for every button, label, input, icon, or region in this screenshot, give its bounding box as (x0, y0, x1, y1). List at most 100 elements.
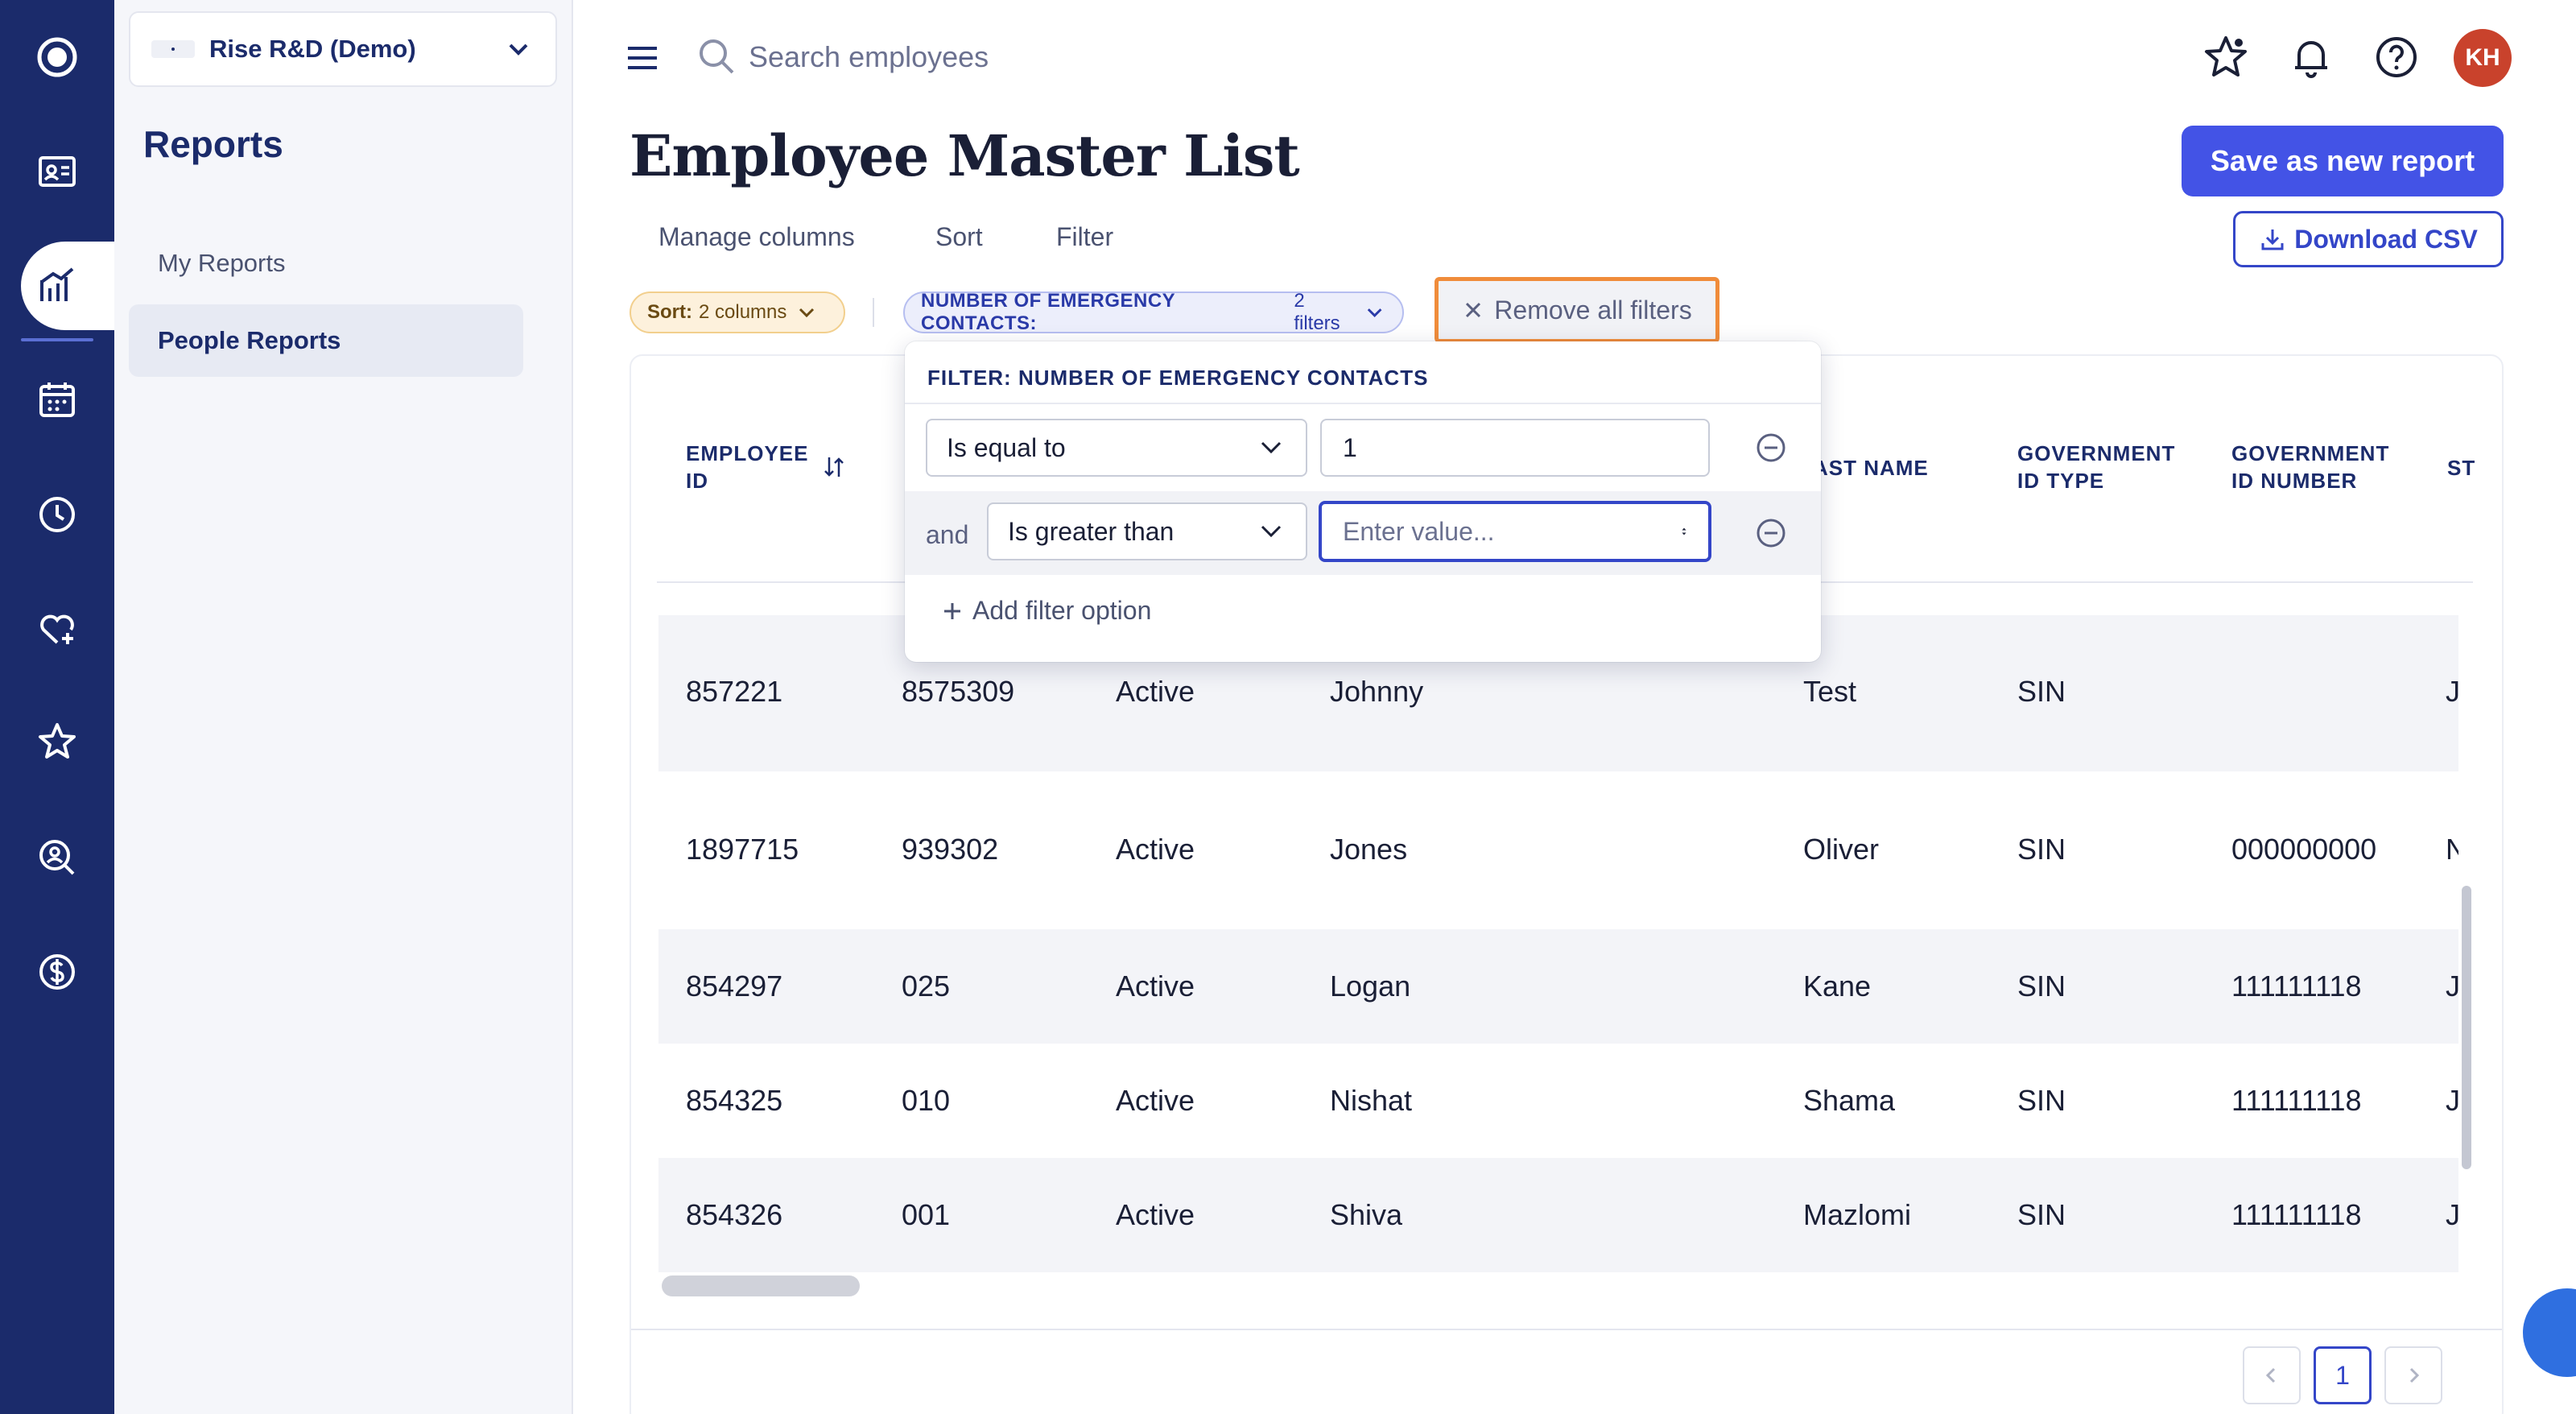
cell-gov-id-number: 111111118 (2231, 1198, 2362, 1231)
cell-last-name: Shama (1803, 1084, 1896, 1117)
filter-popover-title: FILTER: NUMBER OF EMERGENCY CONTACTS (927, 366, 1429, 390)
cell-employee-number: 939302 (902, 833, 999, 866)
notifications-bell-icon[interactable] (2286, 32, 2336, 82)
cell-gov-id-number: 111111118 (2231, 1084, 2362, 1117)
sidebar-item-my-reports[interactable]: My Reports (129, 227, 523, 300)
heart-plus-icon[interactable] (32, 604, 82, 654)
save-as-new-report-button[interactable]: Save as new report (2182, 126, 2504, 196)
column-header-government-id-type[interactable]: GOVERNMENT ID TYPE (2017, 440, 2175, 494)
filter-value-input-2[interactable] (1319, 501, 1711, 562)
cell-gov-id-type: SIN (2017, 1198, 2066, 1231)
chevron-down-icon (799, 308, 815, 318)
vertical-scrollbar[interactable] (2462, 886, 2471, 1169)
sidebar-item-people-reports[interactable]: People Reports (129, 304, 523, 377)
manage-columns-button[interactable]: Manage columns (658, 222, 855, 252)
cell-gov-id-type: SIN (2017, 1084, 2066, 1117)
sort-arrows-icon[interactable] (821, 454, 847, 480)
remove-all-filters-label: Remove all filters (1494, 295, 1692, 325)
filter-operator-select-1[interactable]: Is equal to (926, 419, 1307, 477)
cell-last-name: Mazlomi (1803, 1198, 1912, 1231)
column-header-start[interactable]: ST (2447, 454, 2475, 482)
sort-button[interactable]: Sort (935, 222, 983, 252)
cell-employee-number: 010 (902, 1084, 951, 1117)
header-text: ID (686, 469, 708, 493)
hamburger-menu-icon[interactable] (621, 37, 663, 79)
cell-employee-id: 854297 (686, 970, 783, 1003)
header-text: ID NUMBER (2231, 469, 2358, 493)
cell-status: Active (1116, 1084, 1195, 1117)
cell-last-name: Kane (1803, 970, 1872, 1003)
sort-chip[interactable]: Sort: 2 columns (630, 291, 845, 333)
cell-first-name: Logan (1330, 970, 1411, 1003)
add-filter-option-label: Add filter option (972, 596, 1152, 625)
cell-employee-number: 8575309 (902, 675, 1015, 708)
sort-chip-label: Sort: (647, 301, 692, 323)
cell-first-name: Nishat (1330, 1084, 1413, 1117)
cell-gov-id-number: 000000000 (2231, 833, 2377, 866)
payroll-dollar-icon[interactable] (32, 947, 82, 997)
table-row[interactable]: 1897715 939302 Active Jones Oliver SIN 0… (658, 771, 2467, 929)
calendar-icon[interactable] (32, 375, 82, 425)
reports-chart-icon[interactable] (32, 261, 82, 311)
header-text: ID TYPE (2017, 469, 2105, 493)
chevron-right-icon (2409, 1367, 2420, 1383)
filter-popover: FILTER: NUMBER OF EMERGENCY CONTACTS Is … (905, 341, 1821, 662)
cell-employee-id: 854325 (686, 1084, 783, 1117)
filter-value-field[interactable] (1343, 516, 1681, 547)
employee-card-icon[interactable] (32, 147, 82, 196)
clock-icon[interactable] (32, 490, 82, 540)
filter-chip-label: NUMBER OF EMERGENCY CONTACTS: (921, 290, 1175, 334)
cell-gov-id-type: SIN (2017, 675, 2066, 708)
cell-status: Active (1116, 1198, 1195, 1231)
header-text: GOVERNMENT (2231, 441, 2390, 465)
remove-filter-option-icon[interactable] (1755, 517, 1787, 549)
add-filter-option-button[interactable]: Add filter option (940, 596, 1151, 626)
close-icon (1466, 302, 1481, 318)
cell-employee-number: 025 (902, 970, 951, 1003)
cell-employee-id: 1897715 (686, 833, 799, 866)
search-icon (700, 39, 734, 74)
search-input[interactable] (749, 31, 1312, 84)
app-logo-icon[interactable] (32, 32, 82, 82)
favorites-star-icon[interactable] (2201, 32, 2251, 82)
filter-operator-select-2[interactable]: Is greater than (987, 502, 1307, 560)
pagination-prev-button[interactable] (2243, 1346, 2301, 1404)
pagination-next-button[interactable] (2384, 1346, 2442, 1404)
filter-button[interactable]: Filter (1056, 222, 1113, 252)
column-header-last-name[interactable]: AST NAME (1813, 454, 1929, 482)
rail-active-underline (21, 338, 93, 341)
chat-support-button[interactable] (2523, 1288, 2576, 1377)
filter-value-input-1[interactable]: 1 (1320, 419, 1710, 477)
filter-joiner-label: and (926, 520, 969, 549)
plus-icon (944, 602, 960, 619)
horizontal-scrollbar[interactable] (662, 1275, 860, 1296)
table-row[interactable]: 854325 010 Active Nishat Shama SIN 11111… (658, 1044, 2460, 1158)
chevron-down-icon (509, 43, 528, 56)
cell-gov-id-type: SIN (2017, 970, 2066, 1003)
talent-search-icon[interactable] (32, 833, 82, 883)
download-csv-button[interactable]: Download CSV (2233, 211, 2504, 267)
org-flag-icon (151, 40, 195, 58)
sort-chip-value: 2 columns (699, 301, 787, 323)
org-switcher[interactable]: Rise R&D (Demo) (129, 11, 557, 87)
download-csv-label: Download CSV (2294, 224, 2478, 254)
cell-first-name: Johnny (1330, 675, 1424, 708)
number-stepper-icon[interactable] (1681, 515, 1687, 548)
table-row[interactable]: 854326 001 Active Shiva Mazlomi SIN 1111… (658, 1158, 2460, 1272)
table-row[interactable]: 854297 025 Active Logan Kane SIN 1111111… (658, 929, 2460, 1044)
filter-chip-value: 2 filters (1294, 290, 1340, 334)
star-icon[interactable] (32, 717, 82, 767)
remove-all-filters-button[interactable]: Remove all filters (1435, 277, 1719, 343)
user-avatar[interactable]: KH (2454, 29, 2512, 87)
operator-value: Is greater than (1008, 516, 1174, 546)
cell-last-name: Test (1803, 675, 1857, 708)
cell-gov-id-number: 111111118 (2231, 970, 2362, 1003)
app-nav-rail (0, 0, 134, 1414)
pagination-page-button[interactable]: 1 (2314, 1346, 2372, 1404)
filter-chip-emergency-contacts[interactable]: NUMBER OF EMERGENCY CONTACTS: 2 filters (903, 290, 1404, 334)
column-header-employee-id[interactable]: EMPLOYEE ID (686, 440, 808, 494)
chevron-down-icon (1261, 525, 1282, 538)
help-question-icon[interactable] (2372, 32, 2421, 82)
column-header-government-id-number[interactable]: GOVERNMENT ID NUMBER (2231, 440, 2389, 494)
remove-filter-option-icon[interactable] (1755, 432, 1787, 464)
